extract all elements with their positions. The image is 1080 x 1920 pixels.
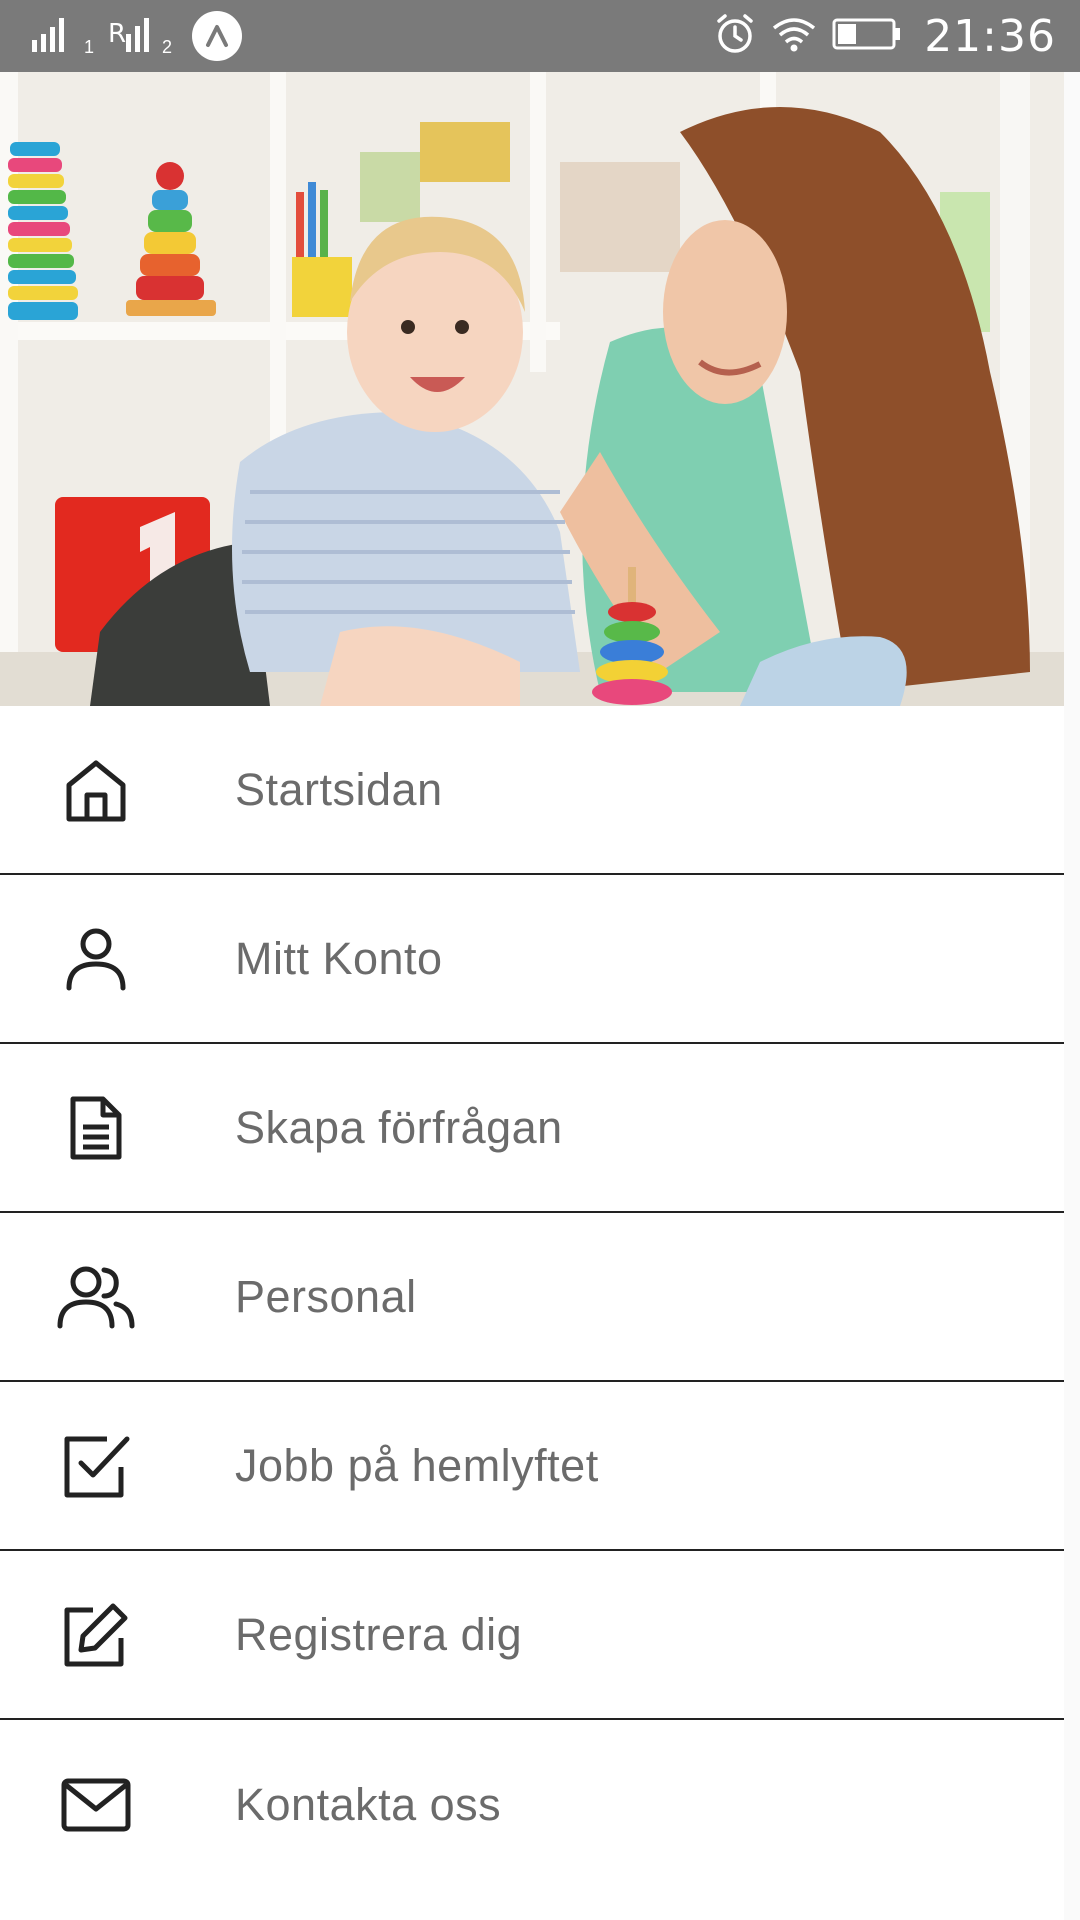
sim1-label: 1 (84, 36, 95, 57)
app-notification-icon (192, 11, 243, 61)
mail-icon (56, 1765, 136, 1845)
menu-item-personal[interactable]: Personal (0, 1213, 1064, 1382)
menu-item-label: Kontakta oss (235, 1778, 502, 1830)
svg-text:R: R (108, 19, 126, 49)
status-time: 21:36 (924, 10, 1056, 62)
menu-item-label: Skapa förfrågan (235, 1101, 563, 1153)
menu-item-label: Personal (235, 1270, 417, 1322)
signal-sim1-icon (30, 14, 76, 59)
menu-item-label: Mitt Konto (235, 932, 443, 984)
users-icon (56, 1257, 136, 1337)
checkbox-icon (56, 1426, 136, 1506)
hero-image (0, 72, 1064, 706)
right-edge (1064, 72, 1080, 1920)
menu-item-startsidan[interactable]: Startsidan (0, 706, 1064, 875)
nav-menu: Startsidan Mitt Konto Skapa förfrågan Pe… (0, 706, 1064, 1889)
wifi-icon (770, 14, 818, 59)
document-icon (56, 1088, 136, 1168)
alarm-icon (714, 12, 756, 61)
status-right: 21:36 (714, 0, 1056, 72)
battery-icon (832, 16, 902, 57)
sim2-label: 2 (162, 36, 173, 57)
signal-sim2-icon: R (108, 14, 154, 59)
status-bar: 1 R 2 21:36 (0, 0, 1080, 72)
menu-item-skapa-forfragan[interactable]: Skapa förfrågan (0, 1044, 1064, 1213)
home-icon (56, 750, 136, 830)
menu-item-label: Startsidan (235, 763, 443, 815)
menu-item-kontakta-oss[interactable]: Kontakta oss (0, 1720, 1064, 1889)
menu-item-jobb-pa-hemlyftet[interactable]: Jobb på hemlyftet (0, 1382, 1064, 1551)
menu-item-mitt-konto[interactable]: Mitt Konto (0, 875, 1064, 1044)
menu-item-registrera-dig[interactable]: Registrera dig (0, 1551, 1064, 1720)
app-screen: 1 R 2 21:36 Startsidan Mitt Konto Skapa … (0, 0, 1080, 1920)
menu-item-label: Jobb på hemlyftet (235, 1439, 599, 1491)
edit-icon (56, 1595, 136, 1675)
menu-item-label: Registrera dig (235, 1608, 523, 1660)
user-icon (56, 919, 136, 999)
status-left: 1 R 2 (30, 0, 243, 72)
